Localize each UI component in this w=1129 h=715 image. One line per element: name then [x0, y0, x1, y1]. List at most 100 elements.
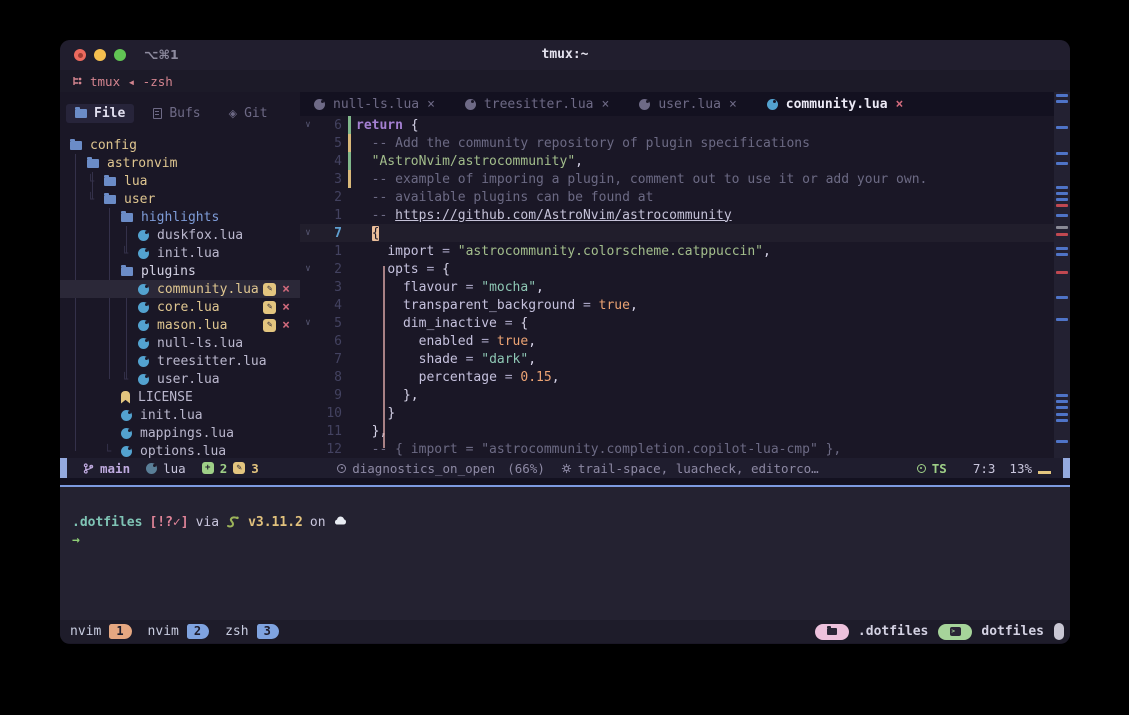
line-number: 2 — [316, 262, 346, 277]
code-line: 3 flavour = "mocha", — [300, 278, 1054, 296]
git-sign-column — [346, 116, 356, 134]
close-icon[interactable]: × — [427, 97, 435, 112]
buffer-tab-null-ls.lua[interactable]: null-ls.lua× — [314, 97, 435, 112]
tab-git[interactable]: ◈ Git — [220, 104, 277, 123]
tmux-window-2[interactable]: nvim2 — [148, 624, 210, 639]
code-line: ∨5 dim_inactive = { — [300, 314, 1054, 332]
tree-item-user.lua[interactable]: └ user.lua — [60, 370, 300, 388]
line-number: 6 — [316, 118, 346, 133]
code-line: 1 import = "astrocommunity.colorscheme.c… — [300, 242, 1054, 260]
git-branch[interactable]: main — [83, 461, 130, 476]
git-changed-count: 3 — [251, 461, 259, 476]
fold-icon[interactable]: ∨ — [300, 318, 316, 328]
tree-item-null-ls.lua[interactable]: null-ls.lua — [60, 334, 300, 352]
tmux-window-name: nvim — [70, 624, 101, 639]
shell-pane[interactable]: .dotfiles [!?✓] via v3.11.2 on — [60, 487, 1070, 620]
tree-item-duskfox.lua[interactable]: duskfox.lua — [60, 226, 300, 244]
tmux-window-3[interactable]: zsh3 — [225, 624, 279, 639]
line-number: 6 — [316, 334, 346, 349]
buffer-tab-treesitter.lua[interactable]: treesitter.lua× — [465, 97, 609, 112]
close-icon[interactable]: × — [282, 319, 290, 332]
terminal-window: ⌥⌘1 tmux:~ tmux ◂ -zsh File — [60, 40, 1070, 644]
close-icon[interactable]: × — [282, 283, 290, 296]
tree-item-mappings.lua[interactable]: mappings.lua — [60, 424, 300, 442]
neotree-source-tabs: File Bufs ◈ Git — [66, 104, 277, 123]
code-text: dim_inactive = { — [356, 316, 528, 331]
tree-connector: └ — [121, 372, 138, 386]
tree-item-treesitter.lua[interactable]: treesitter.lua — [60, 352, 300, 370]
lua-file-icon — [465, 99, 476, 110]
git-sign-column — [346, 152, 356, 170]
tree-item-label: user.lua — [157, 372, 220, 387]
git-sign-column — [346, 404, 356, 422]
git-sign-column — [346, 350, 356, 368]
tree-item-config[interactable]: config — [60, 136, 300, 154]
tree-item-lua[interactable]: └lua — [60, 172, 300, 190]
treesitter-label: TS — [932, 461, 947, 476]
tree-item-init.lua[interactable]: init.lua — [60, 406, 300, 424]
tmux-bar-end-cap — [1054, 623, 1064, 640]
buffer-tab-community.lua[interactable]: community.lua× — [767, 97, 904, 112]
line-number: 11 — [316, 424, 346, 439]
fold-icon[interactable]: ∨ — [300, 228, 316, 238]
code-line: 12 -- { import = "astrocommunity.complet… — [300, 440, 1054, 458]
folder-icon — [87, 159, 99, 168]
minimap-mark — [1056, 214, 1068, 217]
minimap-mark — [1056, 198, 1068, 201]
line-number: 2 — [316, 190, 346, 205]
tree-item-community.lua[interactable]: community.lua✎× — [60, 280, 300, 298]
tree-connector: └ — [104, 444, 121, 458]
line-number: 5 — [316, 136, 346, 151]
fold-icon[interactable]: ∨ — [300, 264, 316, 274]
tree-item-user[interactable]: └user — [60, 190, 300, 208]
close-icon[interactable]: × — [896, 97, 904, 112]
tree-item-mason.lua[interactable]: mason.lua✎× — [60, 316, 300, 334]
close-icon[interactable]: × — [602, 97, 610, 112]
tree-item-init.lua[interactable]: └init.lua — [60, 244, 300, 262]
minimap-mark — [1056, 192, 1068, 195]
close-icon[interactable]: × — [282, 301, 290, 314]
code-line: 5 -- Add the community repository of plu… — [300, 134, 1054, 152]
prompt-input-line[interactable]: → — [72, 531, 1070, 549]
editor[interactable]: ∨6return {5 -- Add the community reposit… — [300, 116, 1054, 458]
cmdline — [60, 478, 1070, 485]
tree-item-label: astronvim — [107, 156, 177, 171]
lua-file-icon — [138, 356, 149, 367]
tree-item-plugins[interactable]: plugins — [60, 262, 300, 280]
modified-badge: ✎ — [263, 319, 276, 332]
tree-item-label: mappings.lua — [140, 426, 234, 441]
tmux-window-1[interactable]: nvim 1 — [70, 624, 132, 639]
lua-file-icon — [138, 302, 149, 313]
tree-item-LICENSE[interactable]: LICENSE — [60, 388, 300, 406]
scrollbar-minimap[interactable] — [1054, 92, 1070, 458]
treesitter-icon — [917, 464, 926, 473]
fold-icon[interactable]: ∨ — [300, 120, 316, 130]
tree-item-highlights[interactable]: highlights — [60, 208, 300, 226]
git-sign-column — [346, 440, 356, 458]
tmux-window-index: 1 — [109, 624, 131, 639]
tree-item-core.lua[interactable]: core.lua✎× — [60, 298, 300, 316]
folder-icon — [70, 141, 82, 150]
folder-icon — [121, 213, 133, 222]
neotree-sidebar: File Bufs ◈ Git configast — [60, 92, 300, 458]
close-icon[interactable]: × — [729, 97, 737, 112]
git-sign-column — [346, 224, 356, 242]
filetype-indicator[interactable]: lua — [146, 461, 186, 476]
minimap-mark — [1056, 186, 1068, 189]
git-changed-icon: ✎ — [233, 462, 245, 474]
tab-file[interactable]: File — [66, 104, 134, 123]
code-text: } — [356, 406, 395, 421]
tab-git-label: Git — [244, 106, 267, 121]
lua-file-icon — [138, 284, 149, 295]
tab-bufs[interactable]: Bufs — [144, 104, 209, 123]
formatters[interactable]: trail-space, luacheck, editorco… — [561, 461, 819, 476]
cloud-icon — [333, 516, 348, 529]
tmux-window-name: nvim — [148, 624, 179, 639]
tmux-session-tab[interactable]: tmux ◂ -zsh — [90, 74, 173, 89]
tree-item-options.lua[interactable]: └options.lua — [60, 442, 300, 458]
tree-item-astronvim[interactable]: astronvim — [60, 154, 300, 172]
buffer-tab-user.lua[interactable]: user.lua × — [639, 97, 736, 112]
buffer-tab-label: user.lua — [658, 97, 721, 112]
git-diff-counts[interactable]: + 2 ✎ 3 — [202, 461, 259, 476]
lsp-status[interactable]: diagnostics_on_open (66%) — [337, 461, 545, 476]
